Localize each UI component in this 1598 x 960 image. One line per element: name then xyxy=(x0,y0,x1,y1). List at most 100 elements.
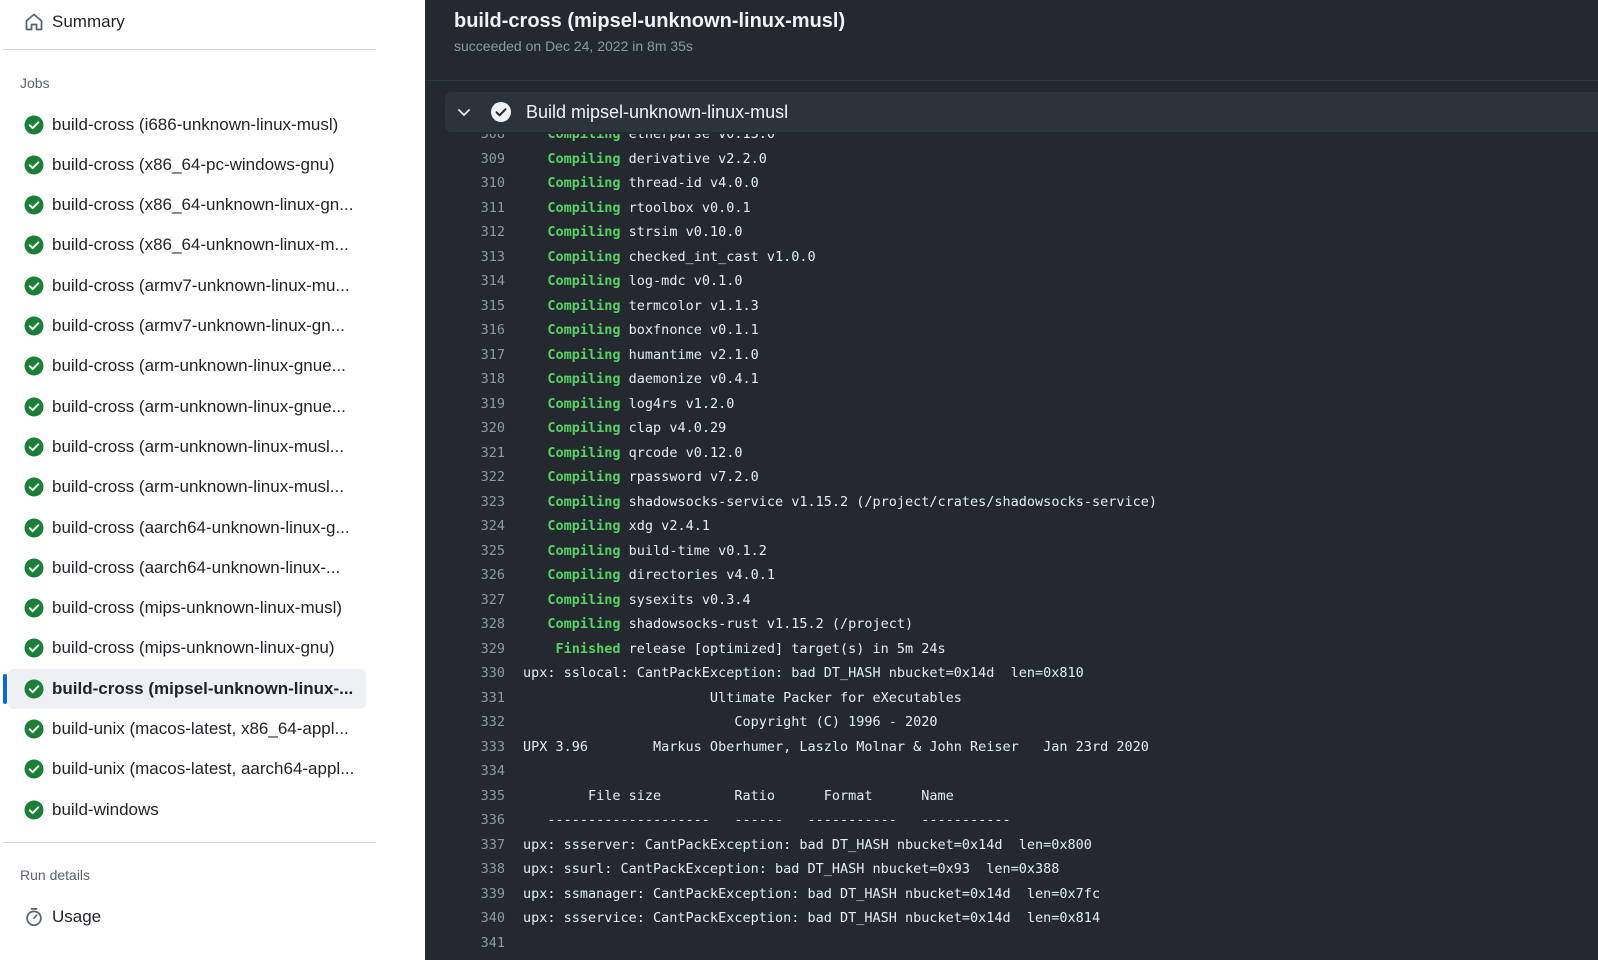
line-number[interactable]: 332 xyxy=(425,714,505,730)
log-line: 310 Compiling thread-id v4.0.0 xyxy=(425,171,1598,196)
log-line: 324 Compiling xdg v2.4.1 xyxy=(425,514,1598,539)
log-text: release [optimized] target(s) in 5m 24s xyxy=(620,640,946,657)
divider xyxy=(425,80,1598,81)
job-item[interactable]: build-cross (x86_64-unknown-linux-gn... xyxy=(8,185,366,225)
line-number[interactable]: 311 xyxy=(425,200,505,216)
line-number[interactable]: 330 xyxy=(425,665,505,681)
line-number[interactable]: 331 xyxy=(425,690,505,706)
log-text: Ultimate Packer for eXecutables xyxy=(523,689,962,706)
job-label: build-cross (mips-unknown-linux-gnu) xyxy=(52,638,335,658)
log-content: File size Ratio Format Name xyxy=(523,788,954,804)
line-number[interactable]: 328 xyxy=(425,616,505,632)
log-keyword: Compiling xyxy=(523,518,621,535)
log-text: xdg v2.4.1 xyxy=(620,518,710,535)
line-number[interactable]: 335 xyxy=(425,788,505,804)
log-keyword: Compiling xyxy=(523,297,621,314)
chevron-down-icon[interactable] xyxy=(456,104,472,120)
line-number[interactable]: 319 xyxy=(425,396,505,412)
job-item[interactable]: build-cross (mips-unknown-linux-gnu) xyxy=(8,628,366,668)
line-number[interactable]: 317 xyxy=(425,347,505,363)
line-number[interactable]: 327 xyxy=(425,592,505,608)
line-number[interactable]: 333 xyxy=(425,739,505,755)
log-line: 323 Compiling shadowsocks-service v1.15.… xyxy=(425,490,1598,515)
line-number[interactable]: 337 xyxy=(425,837,505,853)
job-item[interactable]: build-windows xyxy=(8,790,366,830)
log-line: 328 Compiling shadowsocks-rust v1.15.2 (… xyxy=(425,612,1598,637)
job-item[interactable]: build-cross (armv7-unknown-linux-mu... xyxy=(8,266,366,306)
job-item[interactable]: build-cross (arm-unknown-linux-gnue... xyxy=(8,387,366,427)
job-item[interactable]: build-unix (macos-latest, aarch64-appl..… xyxy=(8,749,366,789)
check-circle-icon xyxy=(20,759,48,779)
job-item[interactable]: build-cross (i686-unknown-linux-musl) xyxy=(8,105,366,145)
line-number[interactable]: 309 xyxy=(425,151,505,167)
job-item[interactable]: build-cross (aarch64-unknown-linux-... xyxy=(8,548,366,588)
job-item[interactable]: build-cross (armv7-unknown-linux-gn... xyxy=(8,306,366,346)
log-content: upx: ssservice: CantPackException: bad D… xyxy=(523,910,1100,926)
log-line: 334 xyxy=(425,759,1598,784)
line-number[interactable]: 315 xyxy=(425,298,505,314)
check-circle-icon xyxy=(20,679,48,699)
check-circle-icon xyxy=(20,235,48,255)
log-line: 326 Compiling directories v4.0.1 xyxy=(425,563,1598,588)
job-label: build-cross (armv7-unknown-linux-mu... xyxy=(52,275,350,295)
log-line: 316 Compiling boxfnonce v0.1.1 xyxy=(425,318,1598,343)
stopwatch-icon xyxy=(20,907,48,927)
job-item[interactable]: build-unix (macos-latest, x86_64-appl... xyxy=(8,709,366,749)
log-keyword: Compiling xyxy=(523,175,621,192)
log-line: 339 upx: ssmanager: CantPackException: ba… xyxy=(425,882,1598,907)
line-number[interactable]: 338 xyxy=(425,861,505,877)
job-label: build-cross (i686-unknown-linux-musl) xyxy=(52,114,339,134)
log-text: humantime v2.1.0 xyxy=(620,346,759,363)
job-item[interactable]: build-cross (mips-unknown-linux-musl) xyxy=(8,588,366,628)
line-number[interactable]: 326 xyxy=(425,567,505,583)
line-number[interactable]: 336 xyxy=(425,812,505,828)
job-item[interactable]: build-cross (mipsel-unknown-linux-... xyxy=(8,668,366,709)
job-item[interactable]: build-cross (x86_64-unknown-linux-m... xyxy=(8,225,366,265)
line-number[interactable]: 329 xyxy=(425,641,505,657)
line-number[interactable]: 324 xyxy=(425,518,505,534)
job-item[interactable]: build-cross (arm-unknown-linux-gnue... xyxy=(8,346,366,386)
log-viewer[interactable]: 308 Compiling etherparse v0.13.0 309 Comp… xyxy=(425,134,1598,960)
log-line: 322 Compiling rpassword v7.2.0 xyxy=(425,465,1598,490)
line-number[interactable]: 310 xyxy=(425,175,505,191)
line-number[interactable]: 308 xyxy=(425,134,505,142)
sidebar-item-usage[interactable]: Usage xyxy=(8,897,366,937)
line-number[interactable]: 314 xyxy=(425,273,505,289)
line-number[interactable]: 321 xyxy=(425,445,505,461)
line-number[interactable]: 334 xyxy=(425,763,505,779)
line-number[interactable]: 313 xyxy=(425,249,505,265)
log-line: 319 Compiling log4rs v1.2.0 xyxy=(425,392,1598,417)
log-line: 325 Compiling build-time v0.1.2 xyxy=(425,539,1598,564)
line-number[interactable]: 318 xyxy=(425,371,505,387)
selected-indicator xyxy=(3,673,7,704)
sidebar-item-summary[interactable]: Summary xyxy=(8,2,366,42)
line-number[interactable]: 312 xyxy=(425,224,505,240)
job-item[interactable]: build-cross (arm-unknown-linux-musl... xyxy=(8,467,366,507)
log-content: Copyright (C) 1996 - 2020 xyxy=(523,714,937,730)
log-text: etherparse v0.13.0 xyxy=(620,134,775,143)
log-text: boxfnonce v0.1.1 xyxy=(620,322,759,339)
line-number[interactable]: 339 xyxy=(425,886,505,902)
job-item[interactable]: build-cross (arm-unknown-linux-musl... xyxy=(8,427,366,467)
line-number[interactable]: 341 xyxy=(425,935,505,951)
line-number[interactable]: 316 xyxy=(425,322,505,338)
line-number[interactable]: 323 xyxy=(425,494,505,510)
log-content: Compiling strsim v0.10.0 xyxy=(523,224,742,240)
log-text: strsim v0.10.0 xyxy=(620,224,743,241)
job-item[interactable]: build-cross (x86_64-pc-windows-gnu) xyxy=(8,145,366,185)
line-number[interactable]: 322 xyxy=(425,469,505,485)
log-text: upx: ssservice: CantPackException: bad D… xyxy=(523,910,1101,927)
line-number[interactable]: 340 xyxy=(425,910,505,926)
log-content: Finished release [optimized] target(s) i… xyxy=(523,641,946,657)
step-header[interactable]: Build mipsel-unknown-linux-musl xyxy=(445,92,1598,132)
line-number[interactable]: 320 xyxy=(425,420,505,436)
log-text: termcolor v1.1.3 xyxy=(620,297,759,314)
job-label: build-cross (arm-unknown-linux-gnue... xyxy=(52,356,346,376)
log-content: Compiling termcolor v1.1.3 xyxy=(523,297,759,314)
job-label: build-unix (macos-latest, aarch64-appl..… xyxy=(52,759,355,779)
line-number[interactable]: 325 xyxy=(425,543,505,559)
job-label: build-windows xyxy=(52,799,159,819)
job-item[interactable]: build-cross (aarch64-unknown-linux-g... xyxy=(8,508,366,548)
log-text: UPX 3.96 Markus Oberhumer, Laszlo Molnar… xyxy=(523,738,1149,755)
check-circle-icon xyxy=(20,719,48,739)
